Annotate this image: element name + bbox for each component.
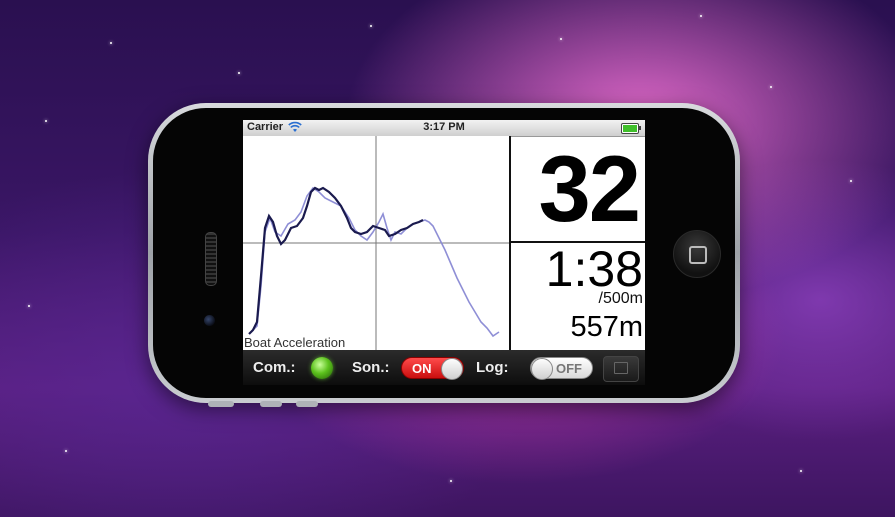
log-toggle-knob — [531, 358, 553, 380]
star — [700, 15, 702, 17]
stroke-rate-value: 32 — [538, 136, 641, 241]
son-toggle-text: ON — [412, 361, 432, 376]
com-label: Com.: — [253, 359, 296, 376]
log-toggle[interactable]: OFF — [530, 357, 593, 380]
star — [450, 480, 452, 482]
log-label: Log: — [476, 359, 509, 376]
star — [560, 38, 562, 40]
split-time-value: 1:38 — [545, 241, 643, 297]
star — [110, 42, 112, 44]
current-stroke-curve — [248, 186, 424, 335]
acceleration-plot — [243, 136, 509, 350]
son-toggle[interactable]: ON — [401, 357, 464, 380]
status-bar: Carrier 3:17 PM — [243, 120, 645, 137]
speaker-grille — [205, 232, 217, 286]
action-button[interactable] — [603, 356, 639, 382]
star — [770, 86, 772, 88]
stroke-rate-panel: 32 — [511, 136, 645, 241]
graph-title: Boat Acceleration — [244, 335, 346, 350]
action-icon — [614, 362, 628, 374]
log-toggle-text: OFF — [556, 361, 582, 376]
star — [238, 72, 240, 74]
son-label: Son.: — [352, 359, 390, 376]
power-button[interactable] — [208, 401, 234, 407]
home-button[interactable] — [673, 230, 721, 278]
bottom-toolbar: Com.: Son.: ON Log: OFF — [243, 350, 645, 385]
distance-value: 557m — [570, 311, 643, 343]
star — [800, 470, 802, 472]
star — [370, 25, 372, 27]
volume-up-button[interactable] — [260, 401, 282, 407]
home-square-icon — [689, 246, 707, 264]
previous-stroke-curve — [250, 186, 500, 338]
son-toggle-knob — [441, 358, 463, 380]
status-led-icon — [311, 357, 333, 379]
star — [850, 180, 852, 182]
split-unit-label: /500m — [598, 290, 643, 307]
volume-down-button[interactable] — [296, 401, 318, 407]
acceleration-graph: Boat Acceleration — [243, 136, 509, 350]
star — [65, 450, 67, 452]
app-screen: Carrier 3:17 PM Boat Acceleration 32 1:3… — [243, 120, 645, 385]
battery-icon — [621, 123, 641, 134]
star — [28, 305, 30, 307]
camera-icon — [204, 315, 215, 326]
status-time: 3:17 PM — [423, 121, 465, 133]
star — [45, 120, 47, 122]
